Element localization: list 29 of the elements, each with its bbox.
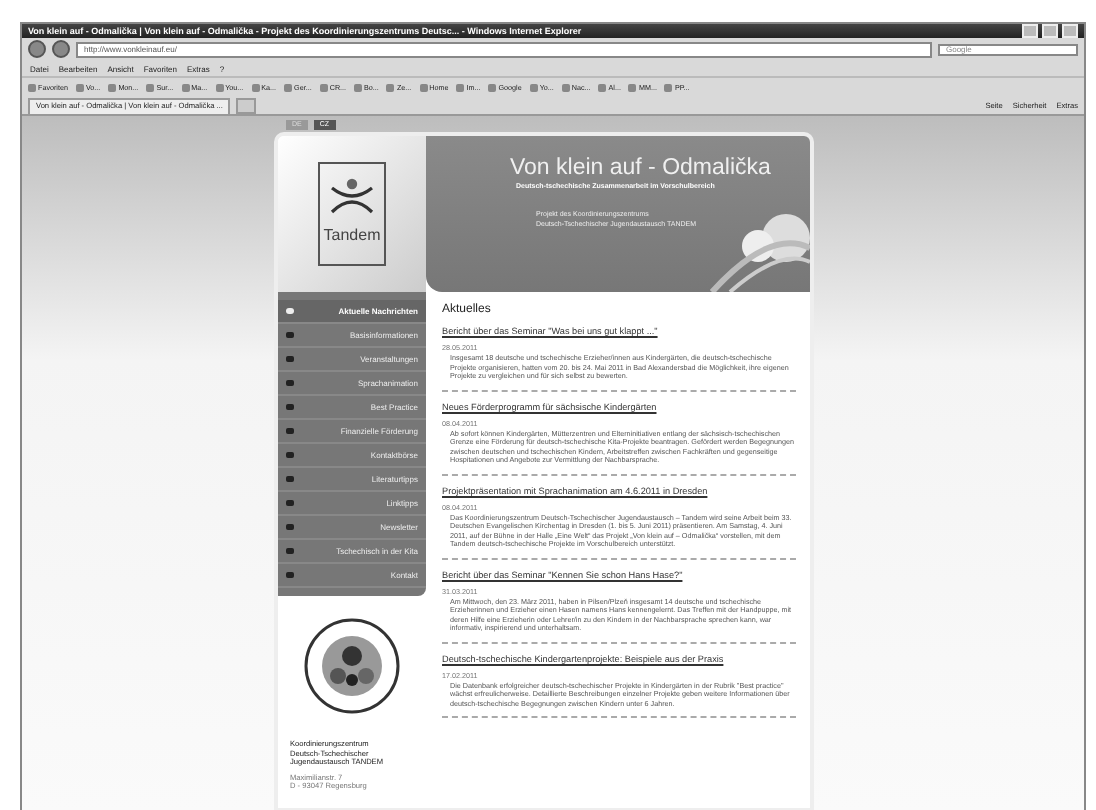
page-icon bbox=[284, 83, 293, 91]
page-icon bbox=[419, 83, 428, 91]
page-icon bbox=[319, 83, 328, 91]
page-icon bbox=[628, 83, 637, 91]
page-icon bbox=[386, 83, 395, 91]
page-icon bbox=[181, 83, 190, 91]
page-icon bbox=[108, 83, 117, 91]
minimize-button[interactable] bbox=[1022, 24, 1038, 38]
page-icon bbox=[598, 83, 607, 91]
page-icon bbox=[529, 83, 538, 91]
forward-button[interactable] bbox=[52, 40, 70, 58]
page-icon bbox=[28, 83, 36, 91]
page-icon bbox=[456, 83, 465, 91]
close-button[interactable] bbox=[1062, 24, 1078, 38]
page-icon bbox=[354, 83, 363, 91]
page-icon bbox=[251, 83, 260, 91]
page-icon bbox=[215, 83, 224, 91]
back-button[interactable] bbox=[28, 40, 46, 58]
page-icon bbox=[146, 83, 155, 91]
logo-text: Tandem bbox=[323, 226, 381, 244]
page-icon bbox=[488, 83, 497, 91]
page-icon bbox=[75, 83, 84, 91]
figure-logo-icon bbox=[330, 178, 374, 214]
page-icon bbox=[664, 83, 673, 91]
new-tab-button[interactable] bbox=[236, 98, 257, 114]
badge-drawing bbox=[302, 616, 402, 716]
maximize-button[interactable] bbox=[1042, 24, 1058, 38]
page-icon bbox=[561, 83, 570, 91]
site-title: Von klein auf - Odmalička bbox=[510, 156, 773, 180]
